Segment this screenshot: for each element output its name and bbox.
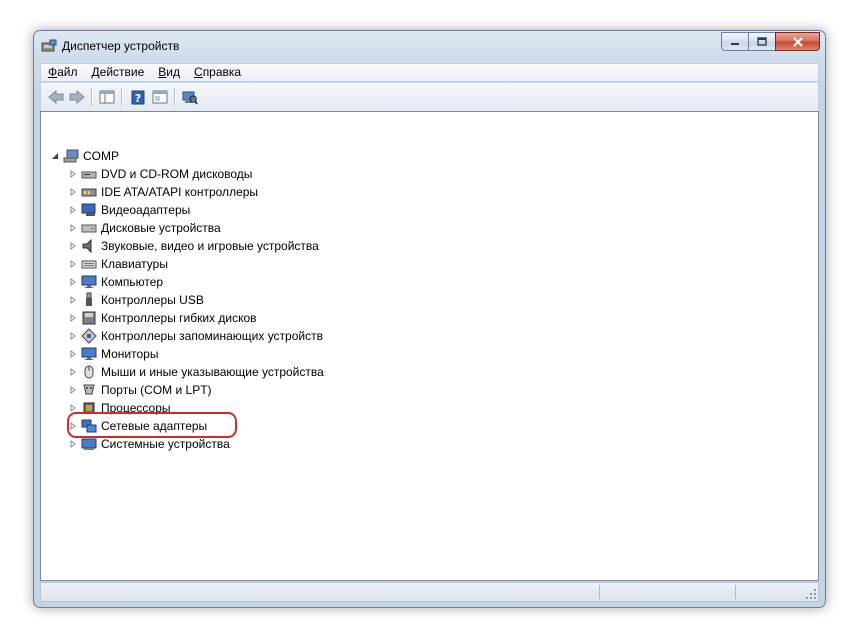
menu-bar: Файл Действие Вид Справка: [40, 63, 819, 82]
close-button[interactable]: [775, 32, 820, 51]
expand-arrow-icon[interactable]: [68, 331, 78, 341]
expand-arrow-icon[interactable]: [68, 205, 78, 215]
status-pane: [735, 585, 736, 599]
scan-hardware-button[interactable]: [181, 89, 199, 105]
tree-root-label: COMP: [83, 149, 119, 163]
tree-item[interactable]: Мыши и иные указывающие устройства: [68, 363, 324, 381]
menu-help[interactable]: Справка: [187, 64, 248, 81]
device-manager-window: Диспетчер устройств Файл Действие Вид Сп…: [33, 30, 826, 608]
help-icon: ?: [131, 90, 145, 105]
tree-item-label: Видеоадаптеры: [101, 203, 191, 217]
expand-arrow-icon[interactable]: [68, 367, 78, 377]
dvd-drive-icon: [81, 166, 97, 182]
tree-item-label: DVD и CD-ROM дисководы: [101, 167, 253, 181]
floppy-controller-icon: [81, 310, 97, 326]
system-device-icon: [81, 436, 97, 452]
expand-arrow-icon[interactable]: [68, 349, 78, 359]
tree-item-label: Контроллеры USB: [101, 293, 204, 307]
menu-view[interactable]: Вид: [151, 64, 187, 81]
forward-button[interactable]: [68, 89, 86, 105]
svg-text:?: ?: [135, 92, 141, 105]
minimize-button[interactable]: [721, 32, 748, 51]
show-hide-tree-icon: [99, 90, 115, 104]
tree-item-label: Мониторы: [101, 347, 159, 361]
toolbar-separator: [121, 88, 123, 106]
tree-item[interactable]: DVD и CD-ROM дисководы: [68, 165, 252, 183]
expand-arrow-icon[interactable]: [68, 313, 78, 323]
show-hide-tree-button[interactable]: [98, 89, 116, 105]
expand-arrow-icon[interactable]: [68, 169, 78, 179]
collapse-arrow-icon[interactable]: [50, 151, 60, 161]
expand-arrow-icon[interactable]: [68, 241, 78, 251]
tree-item-label: Порты (COM и LPT): [101, 383, 212, 397]
toolbar: ?: [40, 83, 819, 111]
device-manager-icon: [41, 39, 57, 53]
tree-item[interactable]: Клавиатуры: [68, 255, 168, 273]
keyboard-icon: [81, 256, 97, 272]
expand-arrow-icon[interactable]: [68, 187, 78, 197]
window-title: Диспетчер устройств: [62, 39, 180, 53]
usb-icon: [81, 292, 97, 308]
tree-item[interactable]: Компьютер: [68, 273, 163, 291]
resize-grip-icon[interactable]: [805, 588, 817, 600]
maximize-icon: [757, 37, 767, 46]
storage-controller-icon: [81, 328, 97, 344]
toolbar-separator: [174, 88, 176, 106]
expand-arrow-icon[interactable]: [68, 223, 78, 233]
tree-item[interactable]: Видеоадаптеры: [68, 201, 190, 219]
help-button[interactable]: ?: [129, 89, 147, 105]
tree-item[interactable]: IDE ATA/ATAPI контроллеры: [68, 183, 258, 201]
tree-item-label: Клавиатуры: [101, 257, 168, 271]
toolbar-separator: [91, 88, 93, 106]
tree-item[interactable]: Контроллеры гибких дисков: [68, 309, 257, 327]
device-tree[interactable]: COMP DVD и CD-ROM дисководы IDE ATA/ATAPI…: [40, 111, 819, 581]
back-arrow-icon: [48, 90, 64, 104]
tree-item-label: Контроллеры гибких дисков: [101, 311, 257, 325]
tree-item-label: Контроллеры запоминающих устройств: [101, 329, 323, 343]
expand-arrow-icon[interactable]: [68, 385, 78, 395]
display-adapter-icon: [81, 202, 97, 218]
tree-item-label: Дисковые устройства: [101, 221, 221, 235]
forward-arrow-icon: [69, 90, 85, 104]
tree-item[interactable]: Контроллеры USB: [68, 291, 204, 309]
tree-item[interactable]: Звуковые, видео и игровые устройства: [68, 237, 319, 255]
tree-item-label: Компьютер: [101, 275, 164, 289]
expand-arrow-icon[interactable]: [68, 439, 78, 449]
properties-button[interactable]: [151, 89, 169, 105]
close-icon: [792, 36, 803, 47]
tree-item-label: IDE ATA/ATAPI контроллеры: [101, 185, 259, 199]
disk-drive-icon: [81, 220, 97, 236]
monitor-icon: [81, 274, 97, 290]
scan-hardware-icon: [182, 91, 198, 104]
ide-controller-icon: [81, 184, 97, 200]
minimize-icon: [731, 42, 739, 45]
tree-root[interactable]: COMP: [50, 147, 119, 165]
mouse-icon: [81, 364, 97, 380]
expand-arrow-icon[interactable]: [68, 259, 78, 269]
tree-item[interactable]: Порты (COM и LPT): [68, 381, 212, 399]
tree-item[interactable]: Дисковые устройства: [68, 219, 221, 237]
menu-action[interactable]: Действие: [85, 64, 152, 81]
tree-item[interactable]: Контроллеры запоминающих устройств: [68, 327, 323, 345]
caption-buttons: [721, 32, 820, 51]
back-button[interactable]: [47, 89, 65, 105]
status-pane: [599, 585, 600, 599]
computer-icon: [63, 148, 79, 164]
tree-item-label: Системные устройства: [101, 437, 230, 451]
menu-file[interactable]: Файл: [41, 64, 85, 81]
status-bar: [40, 582, 819, 602]
tree-item[interactable]: Мониторы: [68, 345, 158, 363]
highlight-annotation: [67, 412, 237, 438]
expand-arrow-icon[interactable]: [68, 277, 78, 287]
properties-icon: [152, 90, 168, 104]
tree-item-label: Мыши и иные указывающие устройства: [101, 365, 324, 379]
maximize-button[interactable]: [748, 32, 775, 51]
tree-item-label: Звуковые, видео и игровые устройства: [101, 239, 319, 253]
expand-arrow-icon[interactable]: [68, 295, 78, 305]
title-bar[interactable]: Диспетчер устройств: [34, 31, 825, 59]
monitor-icon: [81, 346, 97, 362]
speaker-icon: [81, 238, 97, 254]
port-icon: [81, 382, 97, 398]
